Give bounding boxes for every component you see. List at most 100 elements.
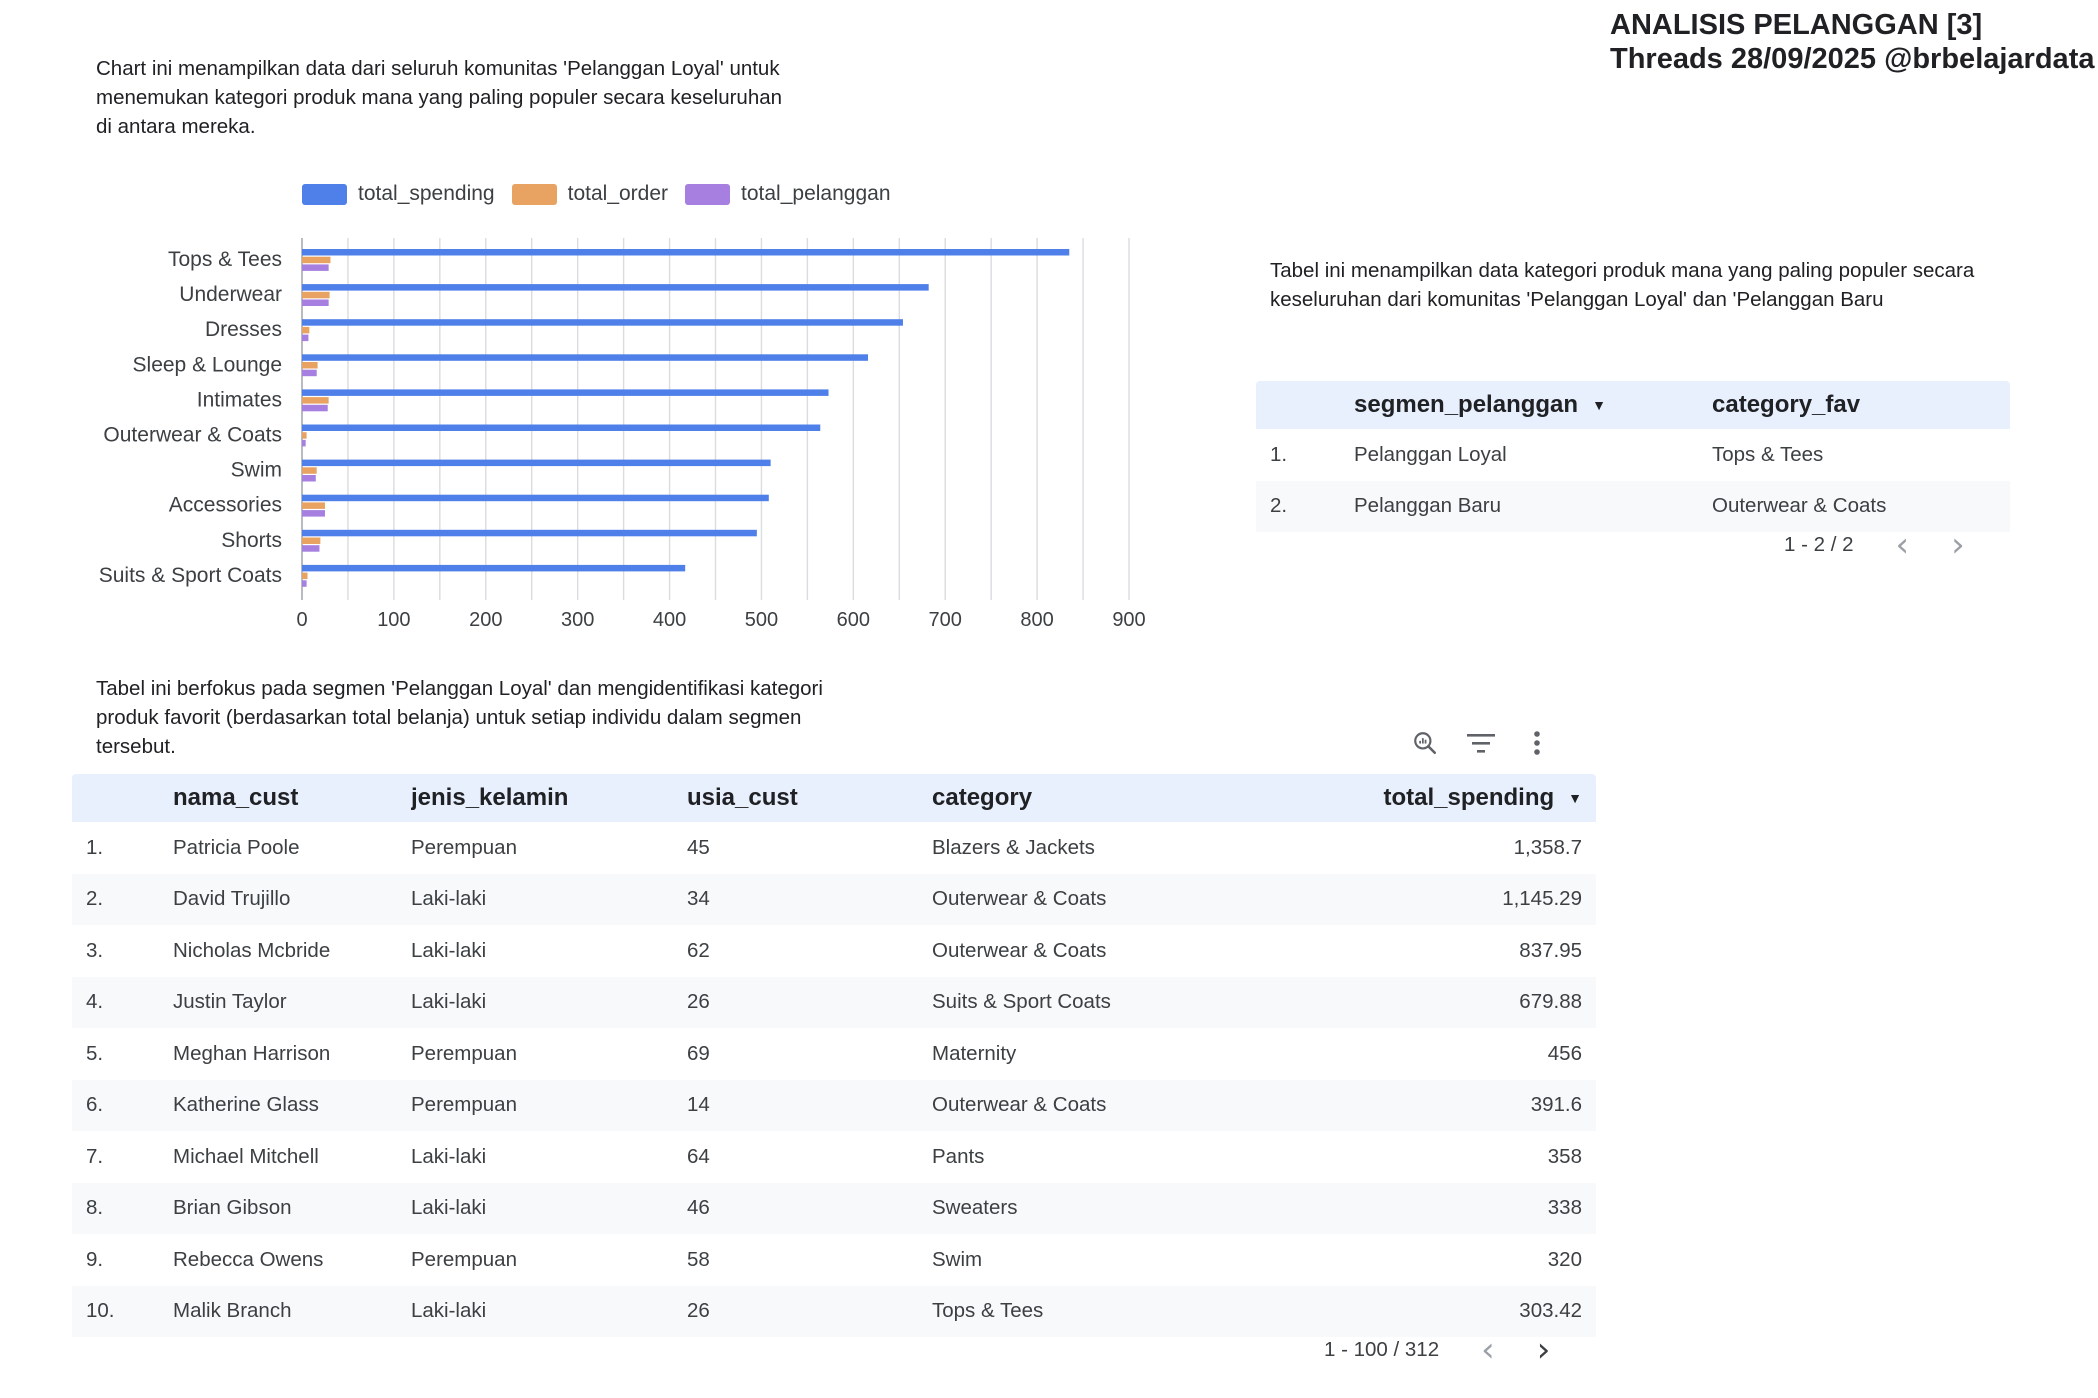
bar-total-order[interactable] — [302, 572, 308, 580]
table-row[interactable]: 9. Rebecca Owens Perempuan 58 Swim 320 — [72, 1234, 1596, 1286]
bar-total-pelanggan[interactable] — [302, 439, 306, 447]
table-row[interactable]: 1. Patricia Poole Perempuan 45 Blazers & Jac… — [72, 822, 1596, 874]
bar-total-pelanggan[interactable] — [302, 334, 309, 342]
bar-total-spending[interactable] — [302, 564, 686, 572]
cell-nama-cust: Meghan Harrison — [173, 1041, 331, 1065]
category-label: Underwear — [179, 283, 282, 306]
bar-total-pelanggan[interactable] — [302, 369, 317, 377]
zoom-insights-icon[interactable] — [1410, 728, 1440, 758]
bar-total-order[interactable] — [302, 256, 331, 264]
cell-category: Outerwear & Coats — [932, 1093, 1107, 1117]
bar-total-order[interactable] — [302, 432, 307, 439]
bar-total-pelanggan[interactable] — [302, 510, 325, 517]
chart-gridlines — [301, 238, 1130, 600]
category-label: Tops & Tees — [168, 248, 282, 271]
cell-jenis-kelamin: Perempuan — [411, 1247, 517, 1271]
bar-total-pelanggan[interactable] — [302, 264, 329, 271]
cell-jenis-kelamin: Laki-laki — [411, 1196, 487, 1220]
cell-segment: Pelanggan Loyal — [1354, 442, 1507, 466]
cell-category: Blazers & Jackets — [932, 835, 1095, 859]
cell-jenis-kelamin: Perempuan — [411, 1093, 517, 1117]
table-row[interactable]: 2. David Trujillo Laki-laki 34 Outerwear & C… — [72, 873, 1596, 925]
bar-total-spending[interactable] — [302, 389, 829, 396]
bar-total-order[interactable] — [302, 537, 321, 545]
loyal-table-body: 1. Patricia Poole Perempuan 45 Blazers & Jac… — [72, 822, 1596, 1372]
header-total-spending[interactable]: total_spending ▼ — [1322, 784, 1596, 812]
bar-total-pelanggan[interactable] — [302, 299, 329, 307]
bar-total-spending[interactable] — [302, 494, 769, 502]
row-index: 1. — [86, 835, 104, 859]
next-page-icon[interactable]: › — [1537, 1333, 1551, 1367]
x-tick-label: 0 — [296, 609, 307, 631]
bar-total-spending[interactable] — [302, 529, 757, 537]
cell-category: Outerwear & Coats — [932, 938, 1107, 962]
row-index: 5. — [86, 1041, 104, 1065]
sort-desc-icon[interactable]: ▼ — [1568, 790, 1582, 806]
table-row[interactable]: 6. Katherine Glass Perempuan 14 Outerwear & … — [72, 1079, 1596, 1131]
cell-usia-cust: 26 — [687, 990, 710, 1014]
header-nama-cust[interactable]: nama_cust — [173, 784, 411, 812]
cell-category: Swim — [932, 1247, 983, 1271]
cell-total-spending: 358 — [1547, 1144, 1582, 1168]
cell-category-fav: Tops & Tees — [1712, 442, 1824, 466]
bar-total-order[interactable] — [302, 467, 317, 474]
cell-jenis-kelamin: Laki-laki — [411, 887, 487, 911]
cell-usia-cust: 46 — [687, 1196, 710, 1220]
bar-total-order[interactable] — [302, 291, 330, 299]
bar-total-order[interactable] — [302, 397, 329, 404]
cell-nama-cust: Nicholas Mcbride — [173, 938, 331, 962]
cell-category: Outerwear & Coats — [932, 887, 1107, 911]
bar-total-order[interactable] — [302, 362, 318, 369]
header-category[interactable]: category — [932, 784, 1322, 812]
bar-total-pelanggan[interactable] — [302, 475, 316, 482]
bar-total-spending[interactable] — [302, 284, 929, 291]
bar-total-spending[interactable] — [302, 459, 771, 467]
loyal-table-pager: 1 - 100 / 312 ‹ › — [1324, 1333, 1550, 1367]
table-row[interactable]: 8. Brian Gibson Laki-laki 46 Sweaters 338 — [72, 1182, 1596, 1234]
sort-desc-icon[interactable]: ▼ — [1592, 397, 1606, 413]
cell-usia-cust: 69 — [687, 1041, 710, 1065]
chart-labels: Tops & Tees Underwear Dresses Sleep & Loung… — [99, 248, 1146, 631]
cell-nama-cust: Brian Gibson — [173, 1196, 292, 1220]
bar-chart: Tops & Tees Underwear Dresses Sleep & Loung… — [99, 238, 1146, 631]
category-label: Accessories — [169, 494, 282, 517]
bar-total-order[interactable] — [302, 326, 310, 334]
prev-page-icon[interactable]: ‹ — [1896, 528, 1910, 562]
filter-icon[interactable] — [1466, 728, 1496, 758]
cell-usia-cust: 14 — [687, 1093, 710, 1117]
more-vert-icon[interactable] — [1522, 728, 1552, 758]
bar-total-pelanggan[interactable] — [302, 545, 320, 552]
cell-total-spending: 391.6 — [1530, 1093, 1582, 1117]
table-row[interactable]: 4. Justin Taylor Laki-laki 26 Suits & Sport … — [72, 976, 1596, 1028]
bar-total-spending[interactable] — [302, 249, 1070, 256]
cell-usia-cust: 26 — [687, 1299, 710, 1323]
bar-total-spending[interactable] — [302, 354, 869, 361]
bar-total-order[interactable] — [302, 502, 325, 509]
x-tick-label: 900 — [1112, 609, 1145, 631]
header-usia-cust[interactable]: usia_cust — [687, 784, 932, 812]
bar-total-spending[interactable] — [302, 319, 903, 326]
table-row[interactable]: 10. Malik Branch Laki-laki 26 Tops & Tees 303… — [72, 1285, 1596, 1337]
header-category-fav[interactable]: category_fav — [1712, 391, 2010, 419]
bar-total-pelanggan[interactable] — [302, 404, 328, 412]
cell-category: Maternity — [932, 1041, 1017, 1065]
cell-segment: Pelanggan Baru — [1354, 494, 1502, 518]
prev-page-icon[interactable]: ‹ — [1481, 1333, 1495, 1367]
bar-total-spending[interactable] — [302, 424, 821, 432]
cell-category: Pants — [932, 1144, 985, 1168]
x-tick-label: 400 — [653, 609, 686, 631]
x-tick-label: 600 — [837, 609, 870, 631]
cell-usia-cust: 34 — [687, 887, 710, 911]
table-row[interactable]: 3. Nicholas Mcbride Laki-laki 62 Outerwear &… — [72, 925, 1596, 977]
header-jenis-kelamin[interactable]: jenis_kelamin — [411, 784, 687, 812]
bar-total-pelanggan[interactable] — [302, 580, 307, 587]
cell-total-spending: 679.88 — [1519, 990, 1582, 1014]
cell-usia-cust: 45 — [687, 835, 710, 859]
table-row[interactable]: 1. Pelanggan Loyal Tops & Tees — [1256, 429, 2010, 481]
cell-total-spending: 320 — [1547, 1247, 1582, 1271]
header-segmen-pelanggan[interactable]: segmen_pelanggan ▼ — [1354, 391, 1712, 419]
cell-nama-cust: Patricia Poole — [173, 835, 300, 859]
next-page-icon[interactable]: › — [1951, 528, 1965, 562]
table-row[interactable]: 7. Michael Mitchell Laki-laki 64 Pants 358 — [72, 1131, 1596, 1183]
table-row[interactable]: 5. Meghan Harrison Perempuan 69 Maternity 456 — [72, 1028, 1596, 1080]
